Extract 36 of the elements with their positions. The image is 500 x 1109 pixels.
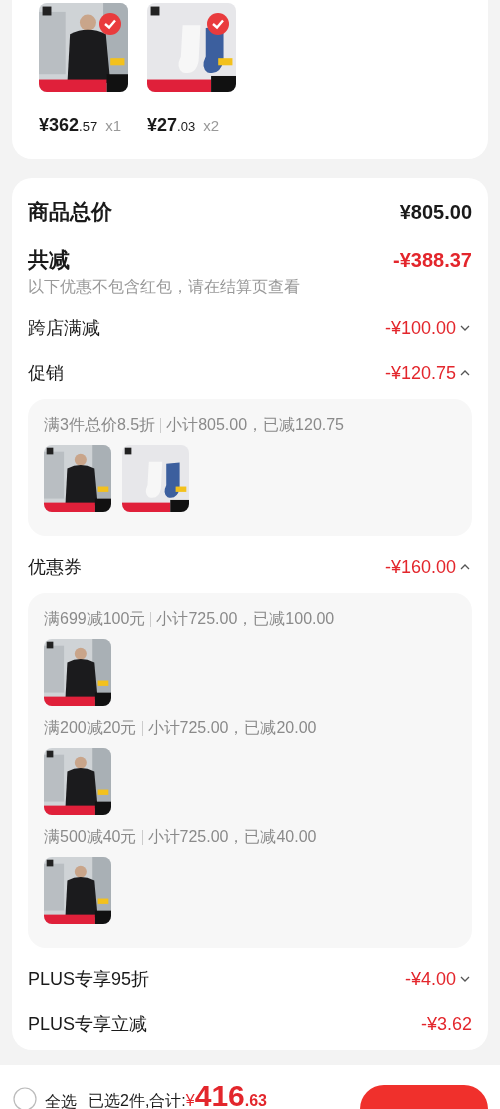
discount-label: 优惠券 bbox=[28, 555, 82, 579]
chevron-up-icon[interactable] bbox=[460, 370, 470, 376]
item-price: ¥27.03 bbox=[147, 114, 196, 137]
total-value: ¥805.00 bbox=[399, 200, 472, 225]
promotion-detail: 小计805.00，已减120.75 bbox=[166, 415, 344, 435]
checkbox-icon[interactable] bbox=[206, 12, 230, 36]
discount-label: 跨店满减 bbox=[28, 316, 100, 340]
discount-amount: -¥160.00 bbox=[384, 555, 456, 579]
reduction-label: 共减 bbox=[28, 247, 70, 274]
discount-amount: -¥100.00 bbox=[384, 316, 456, 340]
select-all-radio[interactable] bbox=[13, 1087, 37, 1109]
promotion-detail: 小计725.00，已减20.00 bbox=[147, 718, 317, 738]
reduction-value: -¥388.37 bbox=[393, 248, 472, 273]
promotion-rule: 满200减20元 bbox=[44, 718, 137, 738]
select-all-label[interactable]: 全选 bbox=[45, 1090, 77, 1109]
total-label: 商品总价 bbox=[28, 199, 112, 226]
chevron-down-icon[interactable] bbox=[460, 325, 470, 331]
chevron-up-icon[interactable] bbox=[460, 564, 470, 570]
chevron-down-icon[interactable] bbox=[460, 976, 470, 982]
discount-amount: -¥4.00 bbox=[404, 967, 456, 991]
discount-amount: -¥3.62 bbox=[420, 1012, 472, 1036]
item-quantity: x1 bbox=[105, 116, 121, 136]
discount-label: 促销 bbox=[28, 361, 64, 385]
promotion-rule: 满3件总价8.5折 bbox=[44, 415, 156, 435]
promotion-detail: 小计725.00，已减40.00 bbox=[147, 827, 317, 847]
selected-total: 已选2件,合计:¥416.63 bbox=[88, 1081, 267, 1109]
promotion-rule: 满699减100元 bbox=[44, 609, 146, 629]
promotion-detail: 小计725.00，已减100.00 bbox=[156, 609, 335, 629]
discount-label: PLUS专享95折 bbox=[28, 967, 150, 991]
discount-amount: -¥120.75 bbox=[384, 361, 456, 385]
item-price: ¥362.57 bbox=[39, 114, 98, 137]
reduction-note: 以下优惠不包含红包，请在结算页查看 bbox=[28, 277, 301, 297]
discount-label: PLUS专享立减 bbox=[28, 1012, 148, 1036]
promotion-rule: 满500减40元 bbox=[44, 827, 137, 847]
item-quantity: x2 bbox=[203, 116, 219, 136]
checkbox-icon[interactable] bbox=[98, 12, 122, 36]
